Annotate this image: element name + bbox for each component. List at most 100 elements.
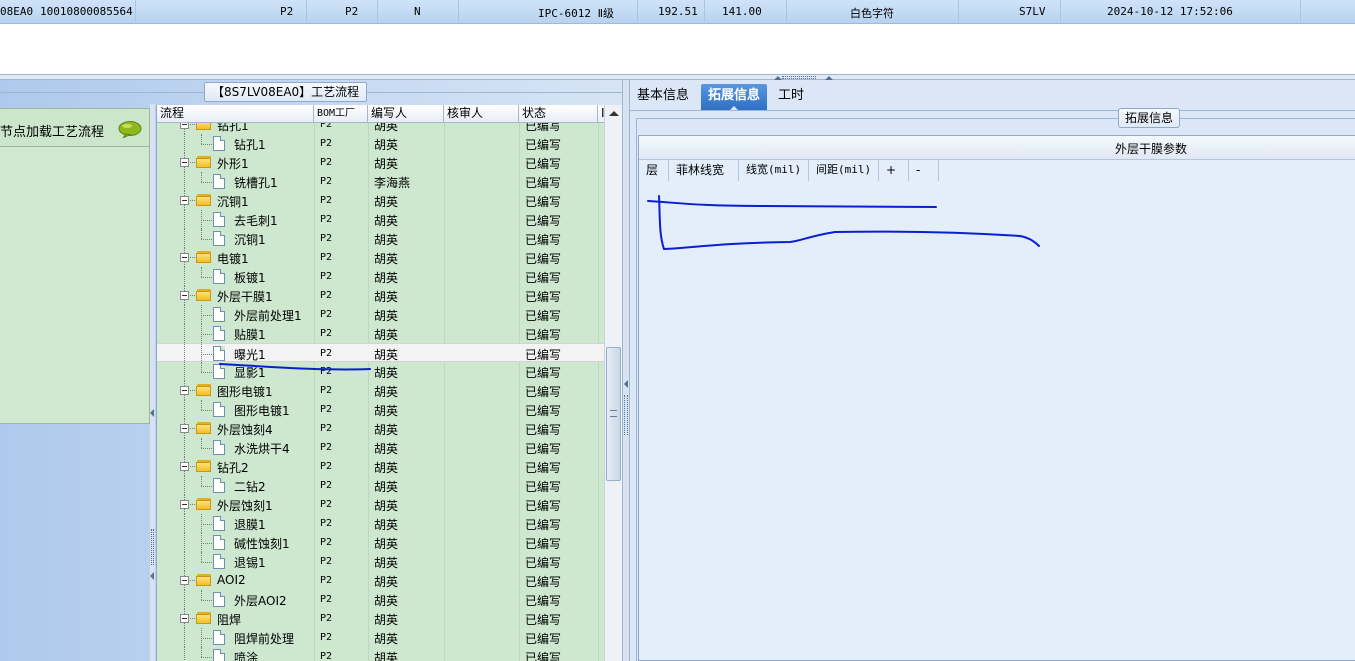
tree-folder-row[interactable]: 阻焊 P2 胡英 已编写 bbox=[157, 609, 605, 628]
tree-step-row[interactable]: 曝光1 P2 胡英 已编写 bbox=[157, 343, 605, 363]
step-status: 已编写 bbox=[525, 480, 562, 494]
column-divider bbox=[458, 0, 459, 24]
splitter-grip[interactable] bbox=[782, 76, 816, 79]
param-col-spacing[interactable]: 间距(mil) bbox=[809, 160, 879, 181]
tree-step-row[interactable]: 图形电镀1 P2 胡英 已编写 bbox=[157, 400, 605, 419]
tree-folder-row[interactable]: AOI2 P2 胡英 已编写 bbox=[157, 571, 605, 590]
tree-folder-row[interactable]: 图形电镀1 P2 胡英 已编写 bbox=[157, 381, 605, 400]
step-name: 外层干膜1 bbox=[217, 290, 273, 304]
tab-work-hours[interactable]: 工时 bbox=[771, 84, 811, 110]
tree-step-row[interactable]: 去毛刺1 P2 胡英 已编写 bbox=[157, 210, 605, 229]
column-divider bbox=[377, 0, 378, 24]
collapse-toggle-icon[interactable] bbox=[180, 500, 189, 509]
collapse-toggle-icon[interactable] bbox=[180, 462, 189, 471]
column-header-flow[interactable]: 流程 bbox=[157, 105, 314, 123]
step-writer: 胡英 bbox=[374, 404, 399, 418]
scrollbar-thumb[interactable] bbox=[606, 347, 621, 481]
step-writer: 胡英 bbox=[374, 518, 399, 532]
step-status: 已编写 bbox=[525, 556, 562, 570]
collapse-toggle-icon[interactable] bbox=[180, 424, 189, 433]
step-status: 已编写 bbox=[525, 442, 562, 456]
node-load-panel: 节点加载工艺流程 bbox=[0, 108, 150, 424]
tree-step-row[interactable]: 外层前处理1 P2 胡英 已编写 bbox=[157, 305, 605, 324]
tree-connector bbox=[201, 267, 202, 277]
column-header-status[interactable]: 状态 bbox=[519, 105, 598, 123]
collapse-toggle-icon[interactable] bbox=[180, 253, 189, 262]
param-col-film-width[interactable]: 菲林线宽 bbox=[669, 160, 739, 181]
column-header-bom[interactable]: BOM工厂 bbox=[314, 105, 368, 123]
right-splitter[interactable] bbox=[622, 80, 630, 661]
splitter-grip[interactable] bbox=[151, 529, 154, 565]
tree-step-row[interactable]: 贴膜1 P2 胡英 已编写 bbox=[157, 324, 605, 343]
tree-step-row[interactable]: 显影1 P2 胡英 已编写 bbox=[157, 362, 605, 381]
step-status: 已编写 bbox=[525, 271, 562, 285]
step-bom: P2 bbox=[320, 518, 333, 529]
tree-step-row[interactable]: 二钻2 P2 胡英 已编写 bbox=[157, 476, 605, 495]
remove-row-button[interactable]: - bbox=[909, 160, 939, 181]
collapse-left-arrow-icon[interactable] bbox=[150, 572, 154, 580]
param-col-layer[interactable]: 层 bbox=[639, 160, 669, 181]
scroll-up-arrow-icon[interactable] bbox=[609, 111, 619, 116]
step-writer: 胡英 bbox=[374, 233, 399, 247]
tree-folder-row[interactable]: 钻孔2 P2 胡英 已编写 bbox=[157, 457, 605, 476]
param-col-line-width[interactable]: 线宽(mil) bbox=[739, 160, 809, 181]
tree-step-row[interactable]: 退锡1 P2 胡英 已编写 bbox=[157, 552, 605, 571]
record-datetime: 2024-10-12 17:52:06 bbox=[1107, 5, 1233, 18]
tree-folder-row[interactable]: 沉铜1 P2 胡英 已编写 bbox=[157, 191, 605, 210]
collapse-left-arrow-icon[interactable] bbox=[624, 380, 628, 388]
splitter-grip[interactable] bbox=[624, 395, 628, 435]
speech-bubble-icon[interactable] bbox=[118, 121, 142, 138]
step-bom: P2 bbox=[320, 575, 333, 586]
tab-underline bbox=[630, 110, 1355, 111]
step-status: 已编写 bbox=[525, 290, 562, 304]
column-header-writer[interactable]: 编写人 bbox=[368, 105, 444, 123]
column-divider bbox=[786, 0, 787, 24]
collapse-toggle-icon[interactable] bbox=[180, 386, 189, 395]
add-row-button[interactable]: + bbox=[879, 160, 909, 181]
collapse-toggle-icon[interactable] bbox=[180, 614, 189, 623]
tree-step-row[interactable]: 阻焊前处理 P2 胡英 已编写 bbox=[157, 628, 605, 647]
tree-step-row[interactable]: 喷涂 P2 胡英 已编写 bbox=[157, 647, 605, 661]
collapse-toggle-icon[interactable] bbox=[180, 158, 189, 167]
collapse-toggle-icon[interactable] bbox=[180, 123, 189, 129]
step-bom: P2 bbox=[320, 613, 333, 624]
step-status: 已编写 bbox=[525, 537, 562, 551]
record-value-2: 141.00 bbox=[722, 5, 762, 18]
collapse-toggle-icon[interactable] bbox=[180, 576, 189, 585]
tree-step-row[interactable]: 沉铜1 P2 胡英 已编写 bbox=[157, 229, 605, 248]
collapse-left-arrow-icon[interactable] bbox=[150, 409, 154, 417]
step-status: 已编写 bbox=[525, 518, 562, 532]
process-flow-grid: 流程 BOM工厂 编写人 核审人 状态 I 钻孔1 P2 胡英 已编写 钻孔1 P2 胡英已… bbox=[156, 105, 622, 661]
tree-step-row[interactable]: 外层AOI2 P2 胡英 已编写 bbox=[157, 590, 605, 609]
tree-step-row[interactable]: 碱性蚀刻1 P2 胡英 已编写 bbox=[157, 533, 605, 552]
tree-folder-row[interactable]: 外层蚀刻1 P2 胡英 已编写 bbox=[157, 495, 605, 514]
tree-folder-row[interactable]: 外层蚀刻4 P2 胡英 已编写 bbox=[157, 419, 605, 438]
grid-vertical-scrollbar[interactable] bbox=[604, 105, 622, 661]
tree-folder-row[interactable]: 电镀1 P2 胡英 已编写 bbox=[157, 248, 605, 267]
tree-step-row[interactable]: 钻孔1 P2 胡英 已编写 bbox=[157, 134, 605, 153]
step-name: 图形电镀1 bbox=[217, 385, 273, 399]
step-bom: P2 bbox=[320, 157, 333, 168]
tab-basic-info[interactable]: 基本信息 bbox=[630, 84, 696, 110]
tree-folder-row[interactable]: 钻孔1 P2 胡英 已编写 bbox=[157, 123, 605, 134]
step-name: 外层前处理1 bbox=[234, 309, 302, 323]
tree-connector bbox=[201, 362, 202, 372]
tab-extended-info[interactable]: 拓展信息 bbox=[701, 84, 768, 111]
column-header-reviewer[interactable]: 核审人 bbox=[444, 105, 519, 123]
tree-folder-row[interactable]: 外层干膜1 P2 胡英 已编写 bbox=[157, 286, 605, 305]
tree-folder-row[interactable]: 外形1 P2 胡英 已编写 bbox=[157, 153, 605, 172]
tree-step-row[interactable]: 水洗烘干4 P2 胡英 已编写 bbox=[157, 438, 605, 457]
record-value-1: 192.51 bbox=[658, 5, 698, 18]
step-writer: 胡英 bbox=[374, 138, 399, 152]
selected-record-row[interactable]: 08EA0 10010800085564 P2 P2 N IPC-6012 Ⅱ级… bbox=[0, 0, 1355, 24]
collapse-toggle-icon[interactable] bbox=[180, 291, 189, 300]
node-load-header[interactable]: 节点加载工艺流程 bbox=[0, 109, 149, 147]
tree-step-row[interactable]: 板镀1 P2 胡英 已编写 bbox=[157, 267, 605, 286]
left-splitter[interactable] bbox=[150, 104, 155, 661]
tree-step-row[interactable]: 退膜1 P2 胡英 已编写 bbox=[157, 514, 605, 533]
collapse-toggle-icon[interactable] bbox=[180, 196, 189, 205]
step-name: 沉铜1 bbox=[234, 233, 266, 247]
tree-step-row[interactable]: 铣槽孔1 P2 李海燕 已编写 bbox=[157, 172, 605, 191]
step-name: 板镀1 bbox=[234, 271, 266, 285]
tree-connector bbox=[201, 657, 212, 658]
